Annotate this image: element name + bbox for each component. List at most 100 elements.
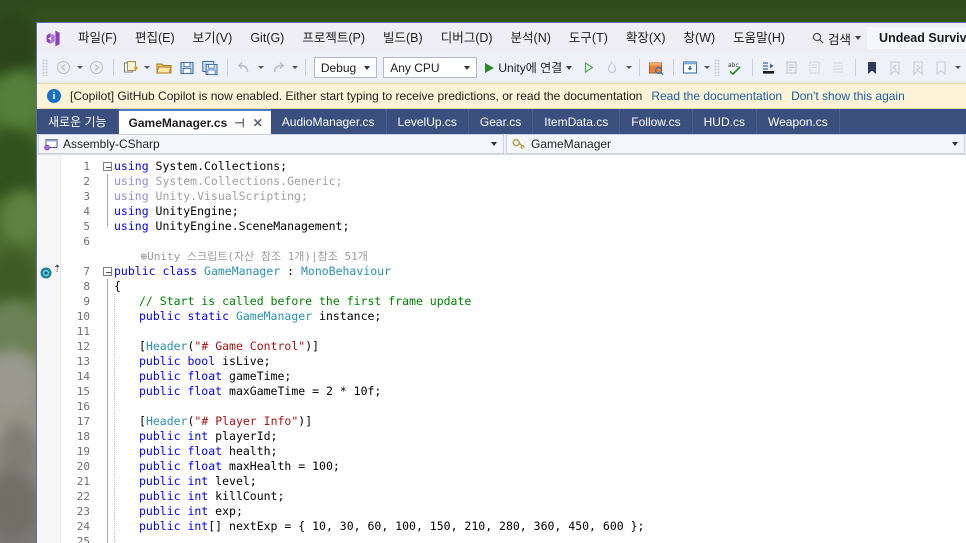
fold-toggle-icon[interactable] <box>101 267 114 276</box>
code-line[interactable]: 21 public int level; <box>61 474 966 489</box>
menu-item-window[interactable]: 창(W) <box>675 28 725 49</box>
window-layout-dropdown[interactable] <box>702 57 711 78</box>
code-line[interactable]: 25 <box>61 534 966 543</box>
indent-button[interactable] <box>759 57 780 78</box>
spellcheck-button[interactable]: abc <box>725 57 746 78</box>
start-without-debugging-button[interactable] <box>578 57 599 78</box>
code-line[interactable]: 5 using UnityEngine.SceneManagement; <box>61 219 966 234</box>
code-line[interactable]: 7 public class GameManager : MonoBehaviou… <box>61 264 966 279</box>
tab-weapon-cs[interactable]: Weapon.cs <box>757 109 840 134</box>
tab-audiomanager-cs[interactable]: AudioManager.cs <box>271 109 387 134</box>
menu-item-project[interactable]: 프로젝트(P) <box>293 28 374 49</box>
tab-gear-cs[interactable]: Gear.cs <box>469 109 534 134</box>
tab-follow-cs[interactable]: Follow.cs <box>620 109 693 134</box>
code-line[interactable]: 10 public static GameManager instance; <box>61 309 966 324</box>
outdent-button[interactable] <box>828 57 849 78</box>
unity-script-glyph-icon[interactable] <box>40 267 52 279</box>
project-dropdown[interactable]: Assembly-CSharp <box>38 134 504 154</box>
code-line[interactable]: 14 public float gameTime; <box>61 369 966 384</box>
code-line[interactable]: 1 using System.Collections; <box>61 159 966 174</box>
code-line[interactable]: 18 public int playerId; <box>61 429 966 444</box>
code-line[interactable]: 12 [Header("# Game Control")] <box>61 339 966 354</box>
navigate-back-dropdown[interactable] <box>76 57 85 78</box>
close-icon[interactable]: ✕ <box>252 117 264 129</box>
code-line[interactable]: 3 using Unity.VisualScripting; <box>61 189 966 204</box>
clear-bookmarks-button[interactable] <box>930 57 951 78</box>
hot-reload-dropdown[interactable] <box>624 57 633 78</box>
code-line[interactable]: 24 public int[] nextExp = { 10, 30, 60, 1… <box>61 519 966 534</box>
glyph-margin[interactable]: ⇡ <box>37 155 61 543</box>
next-bookmark-button[interactable] <box>907 57 928 78</box>
fold-toggle-icon[interactable] <box>101 162 114 171</box>
undo-button[interactable] <box>234 57 255 78</box>
code-line[interactable]: 17 [Header("# Player Info")] <box>61 414 966 429</box>
code-line[interactable]: 11 <box>61 324 966 339</box>
fold-guide <box>101 354 114 369</box>
code-line[interactable]: 22 public int killCount; <box>61 489 966 504</box>
menu-item-build[interactable]: 빌드(B) <box>374 28 432 49</box>
tab-hud-cs[interactable]: HUD.cs <box>693 109 757 134</box>
hot-reload-button[interactable] <box>601 57 622 78</box>
window-layout-button[interactable] <box>679 57 700 78</box>
redo-button[interactable] <box>267 57 288 78</box>
menu-item-view[interactable]: 보기(V) <box>184 28 242 49</box>
line-number: 6 <box>83 235 90 248</box>
read-documentation-link[interactable]: Read the documentation <box>651 89 782 103</box>
search-box[interactable]: 검색 <box>806 26 867 51</box>
tab-gamemanager-cs[interactable]: GameManager.cs ⊣ ✕ <box>118 109 271 134</box>
platform-select[interactable]: Any CPU <box>383 57 478 78</box>
toolbar-overflow-button[interactable] <box>953 57 962 78</box>
save-button[interactable] <box>177 57 198 78</box>
configuration-select[interactable]: Debug <box>313 57 378 78</box>
code-line[interactable]: 15 public float maxGameTime = 2 * 10f; <box>61 384 966 399</box>
previous-bookmark-button[interactable] <box>884 57 905 78</box>
comment-button[interactable] <box>782 57 803 78</box>
save-all-button[interactable] <box>200 57 221 78</box>
code-line[interactable]: 9 // Start is called before the first fra… <box>61 294 966 309</box>
code-editor[interactable]: ⇡ 1 using System.Collections; 2 using Syste… <box>37 155 966 543</box>
menu-item-analyze[interactable]: 분석(N) <box>502 28 560 49</box>
code-text: [Header("# Player Info")] <box>114 414 966 429</box>
menu-item-help[interactable]: 도움말(H) <box>724 28 794 49</box>
tab-levelup-cs[interactable]: LevelUp.cs <box>387 109 469 134</box>
code-lines-container[interactable]: 1 using System.Collections; 2 using System.… <box>61 155 966 543</box>
dont-show-again-link[interactable]: Don't show this again <box>791 89 905 103</box>
code-line[interactable]: 4 using UnityEngine; <box>61 204 966 219</box>
toolbar-grip[interactable] <box>714 59 720 76</box>
open-file-button[interactable] <box>154 57 175 78</box>
line-number: 24 <box>76 520 90 533</box>
code-line[interactable]: 8{ <box>61 279 966 294</box>
code-line[interactable]: 13 public bool isLive; <box>61 354 966 369</box>
codelens-text[interactable]: Unity 스크립트(자산 참조 1개)|참조 51개 <box>147 250 368 263</box>
code-line[interactable]: 6 <box>61 234 966 249</box>
new-project-button[interactable] <box>120 57 141 78</box>
solution-explorer-button[interactable] <box>646 57 667 78</box>
code-line[interactable]: 2 using System.Collections.Generic; <box>61 174 966 189</box>
menu-item-tools[interactable]: 도구(T) <box>560 28 617 49</box>
code-line[interactable]: 16 <box>61 399 966 414</box>
codelens-annotation[interactable]: ⊕Unity 스크립트(자산 참조 1개)|참조 51개 <box>114 249 966 264</box>
undo-dropdown[interactable] <box>257 57 266 78</box>
code-line[interactable]: 23 public int exp; <box>61 504 966 519</box>
visual-studio-logo-icon <box>43 27 69 49</box>
toolbar-grip[interactable] <box>42 59 48 76</box>
uncomment-button[interactable] <box>805 57 826 78</box>
navigate-back-button[interactable] <box>53 57 74 78</box>
menu-item-git[interactable]: Git(G) <box>241 28 293 49</box>
code-line[interactable]: 20 public float maxHealth = 100; <box>61 459 966 474</box>
new-project-dropdown[interactable] <box>143 57 152 78</box>
menu-item-file[interactable]: 파일(F) <box>69 28 126 49</box>
tab-whats-new[interactable]: 새로운 기능 <box>37 109 119 134</box>
pin-icon[interactable]: ⊣ <box>233 117 245 129</box>
code-line[interactable]: 19 public float health; <box>61 444 966 459</box>
attach-to-unity-button[interactable]: Unity에 연결 <box>481 57 576 78</box>
menu-item-debug[interactable]: 디버그(D) <box>432 28 502 49</box>
toggle-bookmark-button[interactable] <box>861 57 882 78</box>
redo-dropdown[interactable] <box>290 57 299 78</box>
menu-item-edit[interactable]: 편집(E) <box>126 28 184 49</box>
code-line[interactable]: ⊕Unity 스크립트(자산 참조 1개)|참조 51개 <box>61 249 966 264</box>
class-dropdown[interactable]: GameManager <box>506 134 965 154</box>
menu-item-extensions[interactable]: 확장(X) <box>617 28 675 49</box>
navigate-forward-button[interactable] <box>86 57 107 78</box>
tab-itemdata-cs[interactable]: ItemData.cs <box>533 109 621 134</box>
